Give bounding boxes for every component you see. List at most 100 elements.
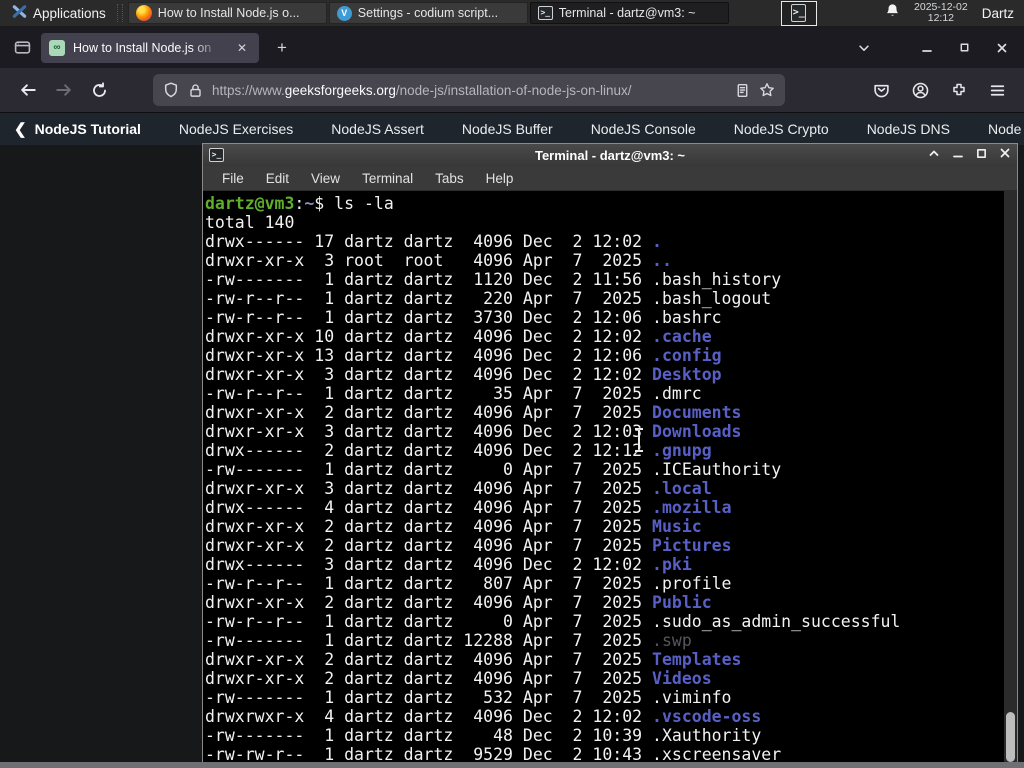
terminal-line: drwxr-xr-x 3 dartz dartz 4096 Dec 2 12:0… (205, 365, 722, 384)
nav-scroll-left-icon[interactable]: ❮ (14, 120, 27, 138)
notification-bell-icon[interactable] (885, 3, 900, 23)
url-bar[interactable]: https://www.geeksforgeeks.org/node-js/in… (153, 74, 785, 106)
terminal-line: drwxr-xr-x 3 dartz dartz 4096 Apr 7 2025… (205, 479, 712, 498)
terminal-menubar: File Edit View Terminal Tabs Help (203, 166, 1017, 191)
terminal-line: drwxr-xr-x 13 dartz dartz 4096 Dec 2 12:… (205, 346, 722, 365)
clock[interactable]: 2025-12-02 12:12 (914, 2, 968, 24)
forward-button[interactable] (55, 81, 73, 99)
nav-link-crypto[interactable]: NodeJS Crypto (734, 121, 829, 137)
desktop: Applications How to Install Node.js o...… (0, 0, 1024, 768)
nav-link-assert[interactable]: NodeJS Assert (331, 121, 424, 137)
browser-window-controls (857, 41, 1016, 55)
reader-mode-icon[interactable] (735, 83, 750, 98)
close-button[interactable] (999, 146, 1011, 164)
terminal-line: drwxr-xr-x 2 dartz dartz 4096 Apr 7 2025… (205, 536, 732, 555)
menu-terminal[interactable]: Terminal (351, 171, 424, 186)
top-panel: Applications How to Install Node.js o...… (0, 0, 1024, 27)
shield-icon[interactable] (163, 82, 179, 98)
text-cursor-pointer (634, 428, 644, 452)
terminal-window: >_ Terminal - dartz@vm3: ~ File Edit Vie… (202, 143, 1018, 768)
terminal-line: drwxr-xr-x 2 dartz dartz 4096 Apr 7 2025… (205, 650, 742, 669)
taskbar-button-firefox[interactable]: How to Install Node.js o... (127, 2, 327, 24)
nav-link-exercises[interactable]: NodeJS Exercises (179, 121, 293, 137)
menu-view[interactable]: View (300, 171, 351, 186)
terminal-line: total 140 (205, 213, 295, 232)
applications-label: Applications (33, 5, 106, 21)
terminal-line: dartz@vm3:~$ ls -la (205, 194, 394, 213)
tab-bar: ∞ How to Install Node.js on ✕ + (0, 27, 1024, 68)
terminal-icon: >_ (537, 6, 553, 20)
shade-button[interactable] (928, 146, 940, 164)
tab-close-icon[interactable]: ✕ (233, 39, 251, 57)
extensions-icon[interactable] (951, 82, 967, 98)
terminal-titlebar[interactable]: >_ Terminal - dartz@vm3: ~ (203, 144, 1017, 166)
terminal-line: drwxr-xr-x 2 dartz dartz 4096 Apr 7 2025… (205, 517, 702, 536)
terminal-line: -rw-r--r-- 1 dartz dartz 3730 Dec 2 12:0… (205, 308, 722, 327)
close-button[interactable] (996, 42, 1008, 54)
reload-button[interactable] (91, 81, 108, 99)
terminal-line: drwx------ 2 dartz dartz 4096 Dec 2 12:1… (205, 441, 712, 460)
terminal-line: -rw-r--r-- 1 dartz dartz 0 Apr 7 2025 .s… (205, 612, 901, 631)
geeksforgeeks-favicon: ∞ (49, 39, 65, 56)
clock-time: 12:12 (927, 12, 955, 24)
back-button[interactable] (19, 81, 37, 99)
menu-tabs[interactable]: Tabs (424, 171, 475, 186)
lock-icon[interactable] (188, 83, 203, 98)
taskbar-button-terminal[interactable]: >_ Terminal - dartz@vm3: ~ (529, 2, 729, 24)
panel-grip (116, 4, 123, 22)
menu-file[interactable]: File (211, 171, 255, 186)
terminal-line: drwx------ 4 dartz dartz 4096 Apr 7 2025… (205, 498, 732, 517)
applications-button[interactable]: Applications (6, 1, 112, 26)
terminal-line: -rw-r--r-- 1 dartz dartz 35 Apr 7 2025 .… (205, 384, 702, 403)
tray-terminal-launcher[interactable]: >_ (780, 0, 817, 26)
scrollbar-thumb[interactable] (1006, 712, 1015, 762)
terminal-line: drwxr-xr-x 2 dartz dartz 4096 Apr 7 2025… (205, 403, 742, 422)
terminal-title: Terminal - dartz@vm3: ~ (534, 147, 686, 163)
terminal-window-controls (928, 146, 1011, 164)
terminal-line: -rw------- 1 dartz dartz 12288 Apr 7 202… (205, 631, 692, 650)
terminal-line: drwxr-xr-x 10 dartz dartz 4096 Dec 2 12:… (205, 327, 712, 346)
session-user-label[interactable]: Dartz (982, 6, 1014, 21)
terminal-line: -rw------- 1 dartz dartz 0 Apr 7 2025 .I… (205, 460, 782, 479)
terminal-line: drwx------ 3 dartz dartz 4096 Dec 2 12:0… (205, 555, 692, 574)
terminal-line: drwxr-xr-x 2 dartz dartz 4096 Apr 7 2025… (205, 593, 712, 612)
firefox-view-icon[interactable] (14, 39, 31, 56)
site-navbar: ❮ NodeJS Tutorial NodeJS Exercises NodeJ… (0, 113, 1024, 146)
menu-edit[interactable]: Edit (255, 171, 300, 186)
nav-link-buffer[interactable]: NodeJS Buffer (462, 121, 553, 137)
terminal-line: -rw------- 1 dartz dartz 532 Apr 7 2025 … (205, 688, 732, 707)
terminal-scrollbar[interactable] (1004, 191, 1017, 767)
menu-hamburger-icon[interactable] (989, 82, 1006, 99)
bookmark-star-icon[interactable] (759, 82, 775, 98)
maximize-button[interactable] (976, 146, 987, 164)
nav-link-dns[interactable]: NodeJS DNS (867, 121, 950, 137)
navigation-toolbar: https://www.geeksforgeeks.org/node-js/in… (0, 68, 1024, 113)
panel-tray: 2025-12-02 12:12 Dartz (885, 2, 1018, 24)
minimize-button[interactable] (921, 42, 933, 54)
url-text: https://www.geeksforgeeks.org/node-js/in… (212, 82, 632, 98)
tab-title: How to Install Node.js on (73, 40, 212, 55)
terminal-line: -rw------- 1 dartz dartz 1120 Dec 2 11:5… (205, 270, 782, 289)
terminal-line: drwxrwxr-x 4 dartz dartz 4096 Dec 2 12:0… (205, 707, 762, 726)
tab-how-to-install-nodejs[interactable]: ∞ How to Install Node.js on ✕ (41, 32, 259, 63)
taskbar-button-codium[interactable]: V Settings - codium script... (328, 2, 528, 24)
toolbar-right-icons (873, 82, 1014, 99)
terminal-line: -rw------- 1 dartz dartz 48 Dec 2 10:39 … (205, 726, 762, 745)
terminal-line: drwx------ 17 dartz dartz 4096 Dec 2 12:… (205, 232, 662, 251)
firefox-icon (135, 5, 152, 21)
menu-help[interactable]: Help (475, 171, 525, 186)
nav-link-clipped[interactable]: Node (988, 121, 1021, 137)
terminal-line: drwxr-xr-x 2 dartz dartz 4096 Apr 7 2025… (205, 669, 712, 688)
list-tabs-chevron-icon[interactable] (857, 41, 871, 55)
nav-link-console[interactable]: NodeJS Console (591, 121, 696, 137)
new-tab-button[interactable]: + (269, 36, 295, 60)
account-icon[interactable] (912, 82, 929, 99)
terminal-line: -rw-r--r-- 1 dartz dartz 220 Apr 7 2025 … (205, 289, 772, 308)
terminal-line: drwxr-xr-x 3 dartz dartz 4096 Dec 2 12:0… (205, 422, 742, 441)
nav-link-tutorial[interactable]: NodeJS Tutorial (35, 121, 141, 137)
terminal-icon: >_ (791, 4, 807, 22)
terminal-output: dartz@vm3:~$ ls -la total 140 drwx------ 1… (203, 191, 1017, 767)
minimize-button[interactable] (952, 146, 964, 164)
pocket-icon[interactable] (873, 82, 890, 99)
maximize-button[interactable] (959, 42, 970, 53)
